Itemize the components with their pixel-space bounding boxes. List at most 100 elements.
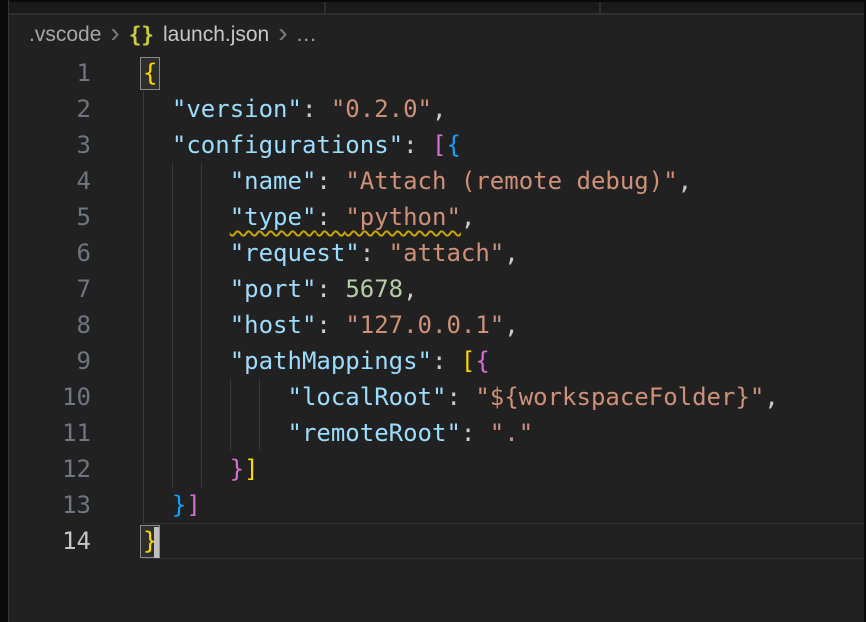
line-number[interactable]: 3 bbox=[9, 127, 91, 163]
code-token: : bbox=[446, 383, 475, 411]
code-text: "configurations": [{ bbox=[143, 127, 461, 163]
code-token: ] bbox=[244, 455, 258, 483]
code-line[interactable]: 2 "version": "0.2.0", bbox=[9, 91, 864, 127]
tab-bar[interactable] bbox=[9, 0, 864, 15]
line-number[interactable]: 11 bbox=[9, 415, 91, 451]
vscode-window: .vscode › {} launch.json › ... 1{2 "vers… bbox=[0, 0, 866, 622]
code-token bbox=[143, 275, 230, 303]
code-line[interactable]: 7 "port": 5678, bbox=[9, 271, 864, 307]
code-token bbox=[143, 131, 172, 159]
breadcrumb: .vscode › {} launch.json › ... bbox=[9, 15, 864, 55]
code-line[interactable]: 10 "localRoot": "${workspaceFolder}", bbox=[9, 379, 864, 415]
code-token: [ bbox=[461, 347, 475, 375]
code-token: , bbox=[504, 239, 518, 267]
line-number[interactable]: 9 bbox=[9, 343, 91, 379]
text-cursor bbox=[154, 527, 159, 558]
code-line[interactable]: 1{ bbox=[9, 55, 864, 91]
code-token: [ bbox=[432, 131, 446, 159]
code-token: "name" bbox=[230, 167, 317, 195]
code-token: : bbox=[432, 347, 461, 375]
json-braces-icon: {} bbox=[129, 23, 154, 47]
code-token bbox=[143, 311, 230, 339]
code-token: , bbox=[432, 95, 446, 123]
line-number[interactable]: 6 bbox=[9, 235, 91, 271]
line-number[interactable]: 10 bbox=[9, 379, 91, 415]
tab-separator bbox=[599, 2, 601, 13]
code-token: , bbox=[403, 275, 417, 303]
breadcrumb-folder[interactable]: .vscode bbox=[29, 23, 101, 47]
code-token: "Attach (remote debug)" bbox=[345, 167, 677, 195]
code-token: : bbox=[360, 239, 389, 267]
code-line[interactable]: 11 "remoteRoot": "." bbox=[9, 415, 864, 451]
line-number[interactable]: 4 bbox=[9, 163, 91, 199]
code-token bbox=[143, 167, 230, 195]
code-token bbox=[143, 491, 172, 519]
code-line[interactable]: 8 "host": "127.0.0.1", bbox=[9, 307, 864, 343]
code-token: } bbox=[172, 491, 186, 519]
code-text: "remoteRoot": "." bbox=[143, 415, 533, 451]
code-text: }] bbox=[143, 487, 201, 523]
code-token: "version" bbox=[172, 95, 302, 123]
breadcrumb-symbol-more[interactable]: ... bbox=[297, 23, 318, 47]
code-text: "version": "0.2.0", bbox=[143, 91, 446, 127]
line-number[interactable]: 5 bbox=[9, 199, 91, 235]
code-token: "attach" bbox=[389, 239, 505, 267]
code-line[interactable]: 14} bbox=[9, 523, 864, 559]
code-token bbox=[143, 95, 172, 123]
code-token: "${workspaceFolder}" bbox=[475, 383, 764, 411]
code-line[interactable]: 5 "type": "python", bbox=[9, 199, 864, 235]
code-token: : bbox=[316, 275, 345, 303]
code-token bbox=[143, 347, 230, 375]
code-token: ] bbox=[186, 491, 200, 519]
line-number[interactable]: 8 bbox=[9, 307, 91, 343]
code-token: } bbox=[230, 455, 244, 483]
code-token: "port" bbox=[230, 275, 317, 303]
line-number[interactable]: 2 bbox=[9, 91, 91, 127]
editor-group: .vscode › {} launch.json › ... 1{2 "vers… bbox=[8, 0, 864, 622]
code-text: { bbox=[143, 55, 160, 91]
code-line[interactable]: 13 }] bbox=[9, 487, 864, 523]
code-text: "type": "python", bbox=[143, 199, 475, 235]
warning-squiggle-token: "python" bbox=[345, 203, 461, 231]
code-token: : bbox=[316, 311, 345, 339]
code-text: "request": "attach", bbox=[143, 235, 519, 271]
code-text: "host": "127.0.0.1", bbox=[143, 307, 519, 343]
code-token: "host" bbox=[230, 311, 317, 339]
code-line[interactable]: 4 "name": "Attach (remote debug)", bbox=[9, 163, 864, 199]
chevron-right-icon: › bbox=[110, 23, 119, 43]
line-number[interactable]: 1 bbox=[9, 55, 91, 91]
code-line[interactable]: 9 "pathMappings": [{ bbox=[9, 343, 864, 379]
code-token: : bbox=[302, 95, 331, 123]
code-text: "port": 5678, bbox=[143, 271, 418, 307]
code-token: "0.2.0" bbox=[331, 95, 432, 123]
code-token: "localRoot" bbox=[288, 383, 447, 411]
code-token: , bbox=[461, 203, 475, 231]
code-editor[interactable]: 1{2 "version": "0.2.0",3 "configurations… bbox=[9, 55, 864, 622]
code-token: , bbox=[678, 167, 692, 195]
line-number[interactable]: 13 bbox=[9, 487, 91, 523]
code-token bbox=[143, 239, 230, 267]
code-text: }] bbox=[143, 451, 259, 487]
code-lines: 1{2 "version": "0.2.0",3 "configurations… bbox=[9, 55, 864, 559]
code-text: "localRoot": "${workspaceFolder}", bbox=[143, 379, 779, 415]
code-token bbox=[143, 419, 288, 447]
code-token: { bbox=[446, 131, 460, 159]
code-token: : bbox=[461, 419, 490, 447]
code-token: , bbox=[504, 311, 518, 339]
code-token: "request" bbox=[230, 239, 360, 267]
code-line[interactable]: 6 "request": "attach", bbox=[9, 235, 864, 271]
code-line[interactable]: 3 "configurations": [{ bbox=[9, 127, 864, 163]
breadcrumb-file[interactable]: launch.json bbox=[163, 23, 269, 47]
line-number[interactable]: 14 bbox=[9, 523, 91, 559]
line-number[interactable]: 12 bbox=[9, 451, 91, 487]
code-token: , bbox=[764, 383, 778, 411]
line-number[interactable]: 7 bbox=[9, 271, 91, 307]
code-line[interactable]: 12 }] bbox=[9, 451, 864, 487]
code-token: "." bbox=[490, 419, 533, 447]
code-token: 5678 bbox=[345, 275, 403, 303]
warning-squiggle-token: "type" bbox=[230, 203, 317, 231]
bracket-match-token: { bbox=[140, 57, 160, 90]
code-token: { bbox=[475, 347, 489, 375]
code-text: "name": "Attach (remote debug)", bbox=[143, 163, 692, 199]
code-token: : bbox=[316, 167, 345, 195]
